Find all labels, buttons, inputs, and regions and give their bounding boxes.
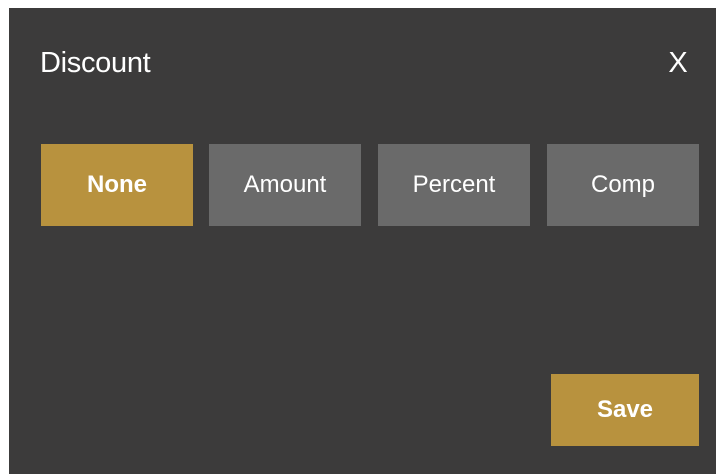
discount-type-amount-button[interactable]: Amount bbox=[209, 144, 361, 226]
dialog-title: Discount bbox=[40, 47, 151, 79]
discount-type-none-button[interactable]: None bbox=[41, 144, 193, 226]
discount-type-comp-button[interactable]: Comp bbox=[547, 144, 699, 226]
save-button[interactable]: Save bbox=[551, 374, 699, 446]
discount-dialog: Discount X None Amount Percent Comp Save bbox=[9, 8, 716, 474]
close-icon[interactable]: X bbox=[665, 46, 691, 80]
discount-type-percent-button[interactable]: Percent bbox=[378, 144, 530, 226]
